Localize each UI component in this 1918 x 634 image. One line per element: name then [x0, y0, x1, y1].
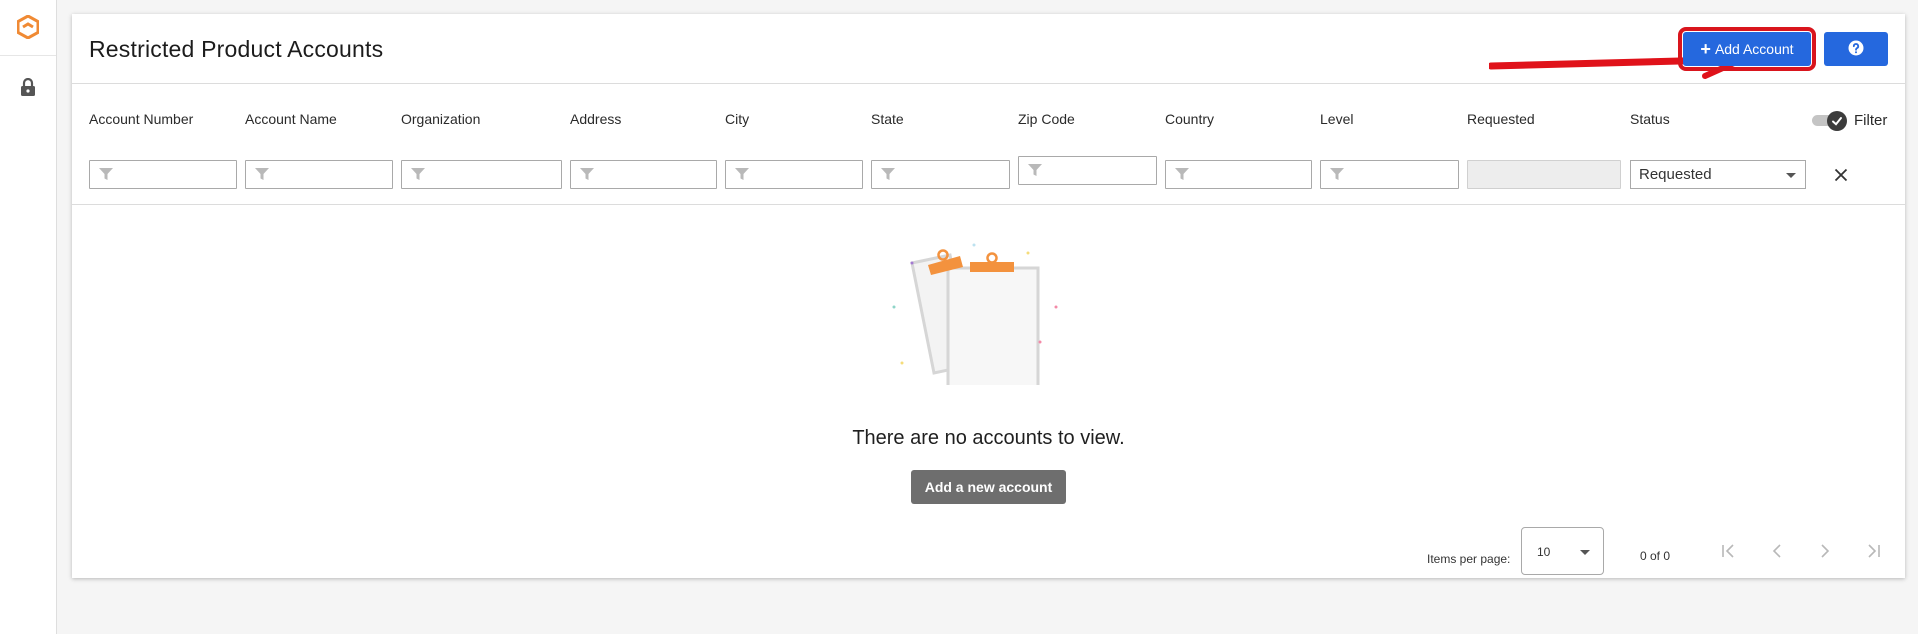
level-filter-input[interactable] [1320, 160, 1459, 189]
organization-filter-input[interactable] [401, 160, 562, 189]
column-header-account-name: Account Name [245, 111, 337, 127]
check-icon [1827, 111, 1847, 131]
column-header-address: Address [570, 111, 622, 127]
first-page-button[interactable] [1717, 539, 1741, 563]
clear-filters-button[interactable] [1830, 164, 1852, 186]
requested-filter-disabled [1467, 160, 1621, 189]
column-header-account-number: Account Number [89, 111, 194, 127]
rail-divider [0, 55, 56, 56]
last-page-button[interactable] [1861, 539, 1885, 563]
chevron-left-icon [1772, 544, 1781, 558]
status-filter-value: Requested [1639, 166, 1712, 183]
column-header-state: State [871, 111, 904, 127]
help-button[interactable] [1824, 32, 1888, 66]
caret-down-icon [1580, 550, 1590, 555]
next-page-button[interactable] [1813, 539, 1837, 563]
empty-clipboard-illustration [892, 243, 1058, 385]
items-per-page-value: 10 [1537, 545, 1551, 559]
column-header-city: City [725, 111, 750, 127]
caret-down-icon [1786, 173, 1796, 178]
add-account-button[interactable]: + Add Account [1678, 27, 1816, 71]
zip-code-filter-input[interactable] [1018, 156, 1157, 185]
items-per-page-select[interactable]: 10 [1521, 527, 1604, 575]
chevron-right-icon [1821, 544, 1830, 558]
first-page-icon [1722, 544, 1734, 558]
paginator-range-label: 0 of 0 [1640, 549, 1671, 563]
add-new-account-button[interactable]: Add a new account [911, 470, 1066, 504]
accounts-card: Restricted Product Accounts + Add Accoun… [72, 14, 1905, 578]
nav-rail [0, 0, 57, 634]
app-logo-icon[interactable] [14, 13, 42, 41]
add-account-label: Add Account [1714, 41, 1794, 57]
account-name-filter-input[interactable] [245, 160, 393, 189]
column-header-requested: Requested [1467, 111, 1535, 127]
column-header-organization: Organization [401, 111, 481, 127]
account-number-filter-input[interactable] [89, 160, 237, 189]
address-filter-input[interactable] [570, 160, 717, 189]
help-icon [1848, 40, 1864, 59]
last-page-icon [1868, 544, 1880, 558]
filter-toggle-label: Filter [1854, 112, 1888, 129]
lock-icon[interactable] [17, 76, 39, 98]
card-header: Restricted Product Accounts + Add Accoun… [72, 14, 1905, 84]
empty-state-message: There are no accounts to view. [852, 427, 1125, 449]
column-header-zip-code: Zip Code [1018, 111, 1075, 127]
plus-icon: + [1700, 39, 1711, 59]
page-title: Restricted Product Accounts [89, 36, 384, 62]
previous-page-button[interactable] [1765, 539, 1789, 563]
column-header-status: Status [1630, 111, 1670, 127]
filter-row-divider [72, 204, 1905, 205]
filter-toggle[interactable] [1812, 110, 1847, 131]
country-filter-input[interactable] [1165, 160, 1312, 189]
status-filter-select[interactable]: Requested [1630, 160, 1806, 189]
column-header-level: Level [1320, 111, 1354, 127]
state-filter-input[interactable] [871, 160, 1010, 189]
close-icon [1834, 168, 1848, 182]
items-per-page-label: Items per page: [1427, 552, 1511, 566]
city-filter-input[interactable] [725, 160, 863, 189]
column-header-country: Country [1165, 111, 1215, 127]
